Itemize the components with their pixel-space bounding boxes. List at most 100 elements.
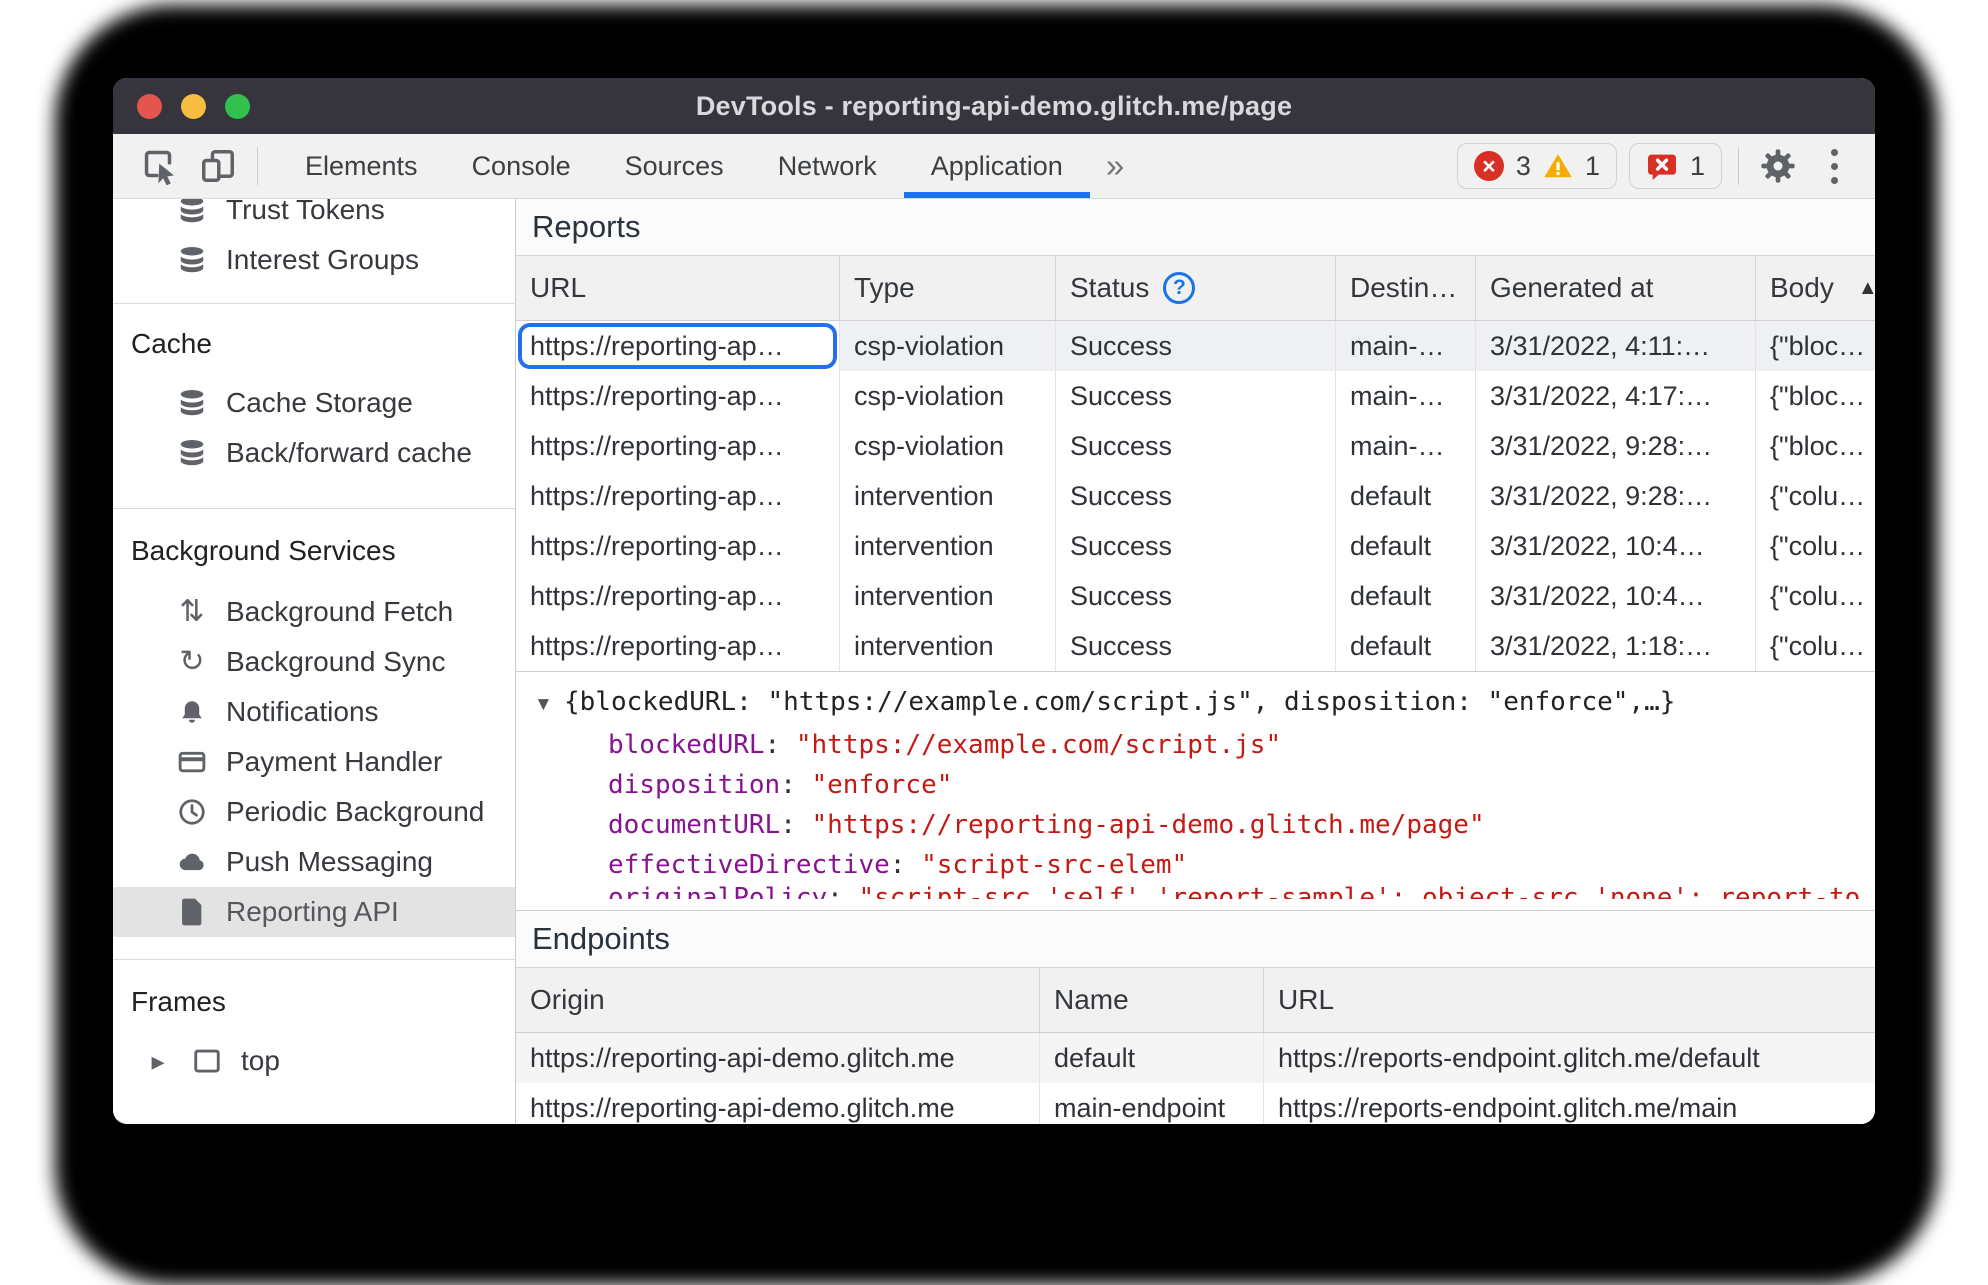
cell-origin[interactable]: https://reporting-api-demo.glitch.me bbox=[516, 1033, 1040, 1083]
column-header-url[interactable]: URL bbox=[516, 256, 840, 320]
cell-destination[interactable]: default bbox=[1336, 521, 1476, 571]
cell-status[interactable]: Success bbox=[1056, 471, 1336, 521]
report-row[interactable]: https://reporting-ap… intervention Succe… bbox=[516, 521, 1875, 571]
cell-destination[interactable]: main-… bbox=[1336, 421, 1476, 471]
issues-badge[interactable]: 1 bbox=[1628, 143, 1722, 189]
cell-name[interactable]: main-endpoint bbox=[1040, 1083, 1264, 1124]
cell-url[interactable]: https://reporting-ap… bbox=[516, 371, 840, 421]
status-help-icon[interactable]: ? bbox=[1163, 272, 1196, 304]
sidebar-item-payment-handler[interactable]: Payment Handler bbox=[113, 737, 515, 787]
cell-status[interactable]: Success bbox=[1056, 371, 1336, 421]
cell-url[interactable]: https://reports-endpoint.glitch.me/main bbox=[1264, 1083, 1875, 1124]
sidebar-item-periodic-background-sync[interactable]: Periodic Background bbox=[113, 787, 515, 837]
cell-destination[interactable]: main-… bbox=[1336, 321, 1476, 371]
cell-body[interactable]: {"colu… bbox=[1756, 571, 1875, 621]
sidebar-item-interest-groups[interactable]: Interest Groups bbox=[113, 235, 515, 285]
report-row[interactable]: https://reporting-ap… csp-violation Succ… bbox=[516, 371, 1875, 421]
cell-generated-at[interactable]: 3/31/2022, 9:28:… bbox=[1476, 421, 1756, 471]
cell-body[interactable]: {"colu… bbox=[1756, 621, 1875, 671]
tab-network[interactable]: Network bbox=[751, 134, 904, 198]
sidebar-item-trust-tokens[interactable]: Trust Tokens bbox=[113, 199, 515, 235]
cell-url[interactable]: https://reporting-ap… bbox=[516, 471, 840, 521]
endpoint-row[interactable]: https://reporting-api-demo.glitch.me def… bbox=[516, 1033, 1875, 1083]
sidebar-item-background-sync[interactable]: ↻ Background Sync bbox=[113, 637, 515, 687]
cell-body[interactable]: {"colu… bbox=[1756, 521, 1875, 571]
sidebar-item-notifications[interactable]: Notifications bbox=[113, 687, 515, 737]
cell-status[interactable]: Success bbox=[1056, 421, 1336, 471]
cell-status[interactable]: Success bbox=[1056, 571, 1336, 621]
console-summary-badge[interactable]: × 3 1 bbox=[1456, 143, 1617, 189]
cell-type[interactable]: csp-violation bbox=[840, 321, 1056, 371]
cell-type[interactable]: intervention bbox=[840, 471, 1056, 521]
report-row[interactable]: https://reporting-ap… intervention Succe… bbox=[516, 471, 1875, 521]
titlebar[interactable]: DevTools - reporting-api-demo.glitch.me/… bbox=[113, 78, 1875, 134]
tab-elements[interactable]: Elements bbox=[278, 134, 445, 198]
cell-type[interactable]: csp-violation bbox=[840, 371, 1056, 421]
cell-generated-at[interactable]: 3/31/2022, 10:4… bbox=[1476, 521, 1756, 571]
cell-generated-at[interactable]: 3/31/2022, 9:28:… bbox=[1476, 471, 1756, 521]
report-row[interactable]: https://reporting-ap… intervention Succe… bbox=[516, 621, 1875, 671]
cell-generated-at[interactable]: 3/31/2022, 10:4… bbox=[1476, 571, 1756, 621]
cell-status[interactable]: Success bbox=[1056, 321, 1336, 371]
sidebar-item-reporting-api[interactable]: Reporting API bbox=[113, 887, 515, 937]
report-row[interactable]: https://reporting-ap… csp-violation Succ… bbox=[516, 321, 1875, 371]
cell-type[interactable]: csp-violation bbox=[840, 421, 1056, 471]
column-header-origin[interactable]: Origin bbox=[516, 968, 1040, 1032]
cell-destination[interactable]: default bbox=[1336, 571, 1476, 621]
report-row[interactable]: https://reporting-ap… intervention Succe… bbox=[516, 571, 1875, 621]
cell-url[interactable]: https://reporting-ap… bbox=[516, 321, 840, 371]
column-header-status[interactable]: Status ? bbox=[1056, 256, 1336, 320]
cell-status[interactable]: Success bbox=[1056, 621, 1336, 671]
endpoint-row[interactable]: https://reporting-api-demo.glitch.me mai… bbox=[516, 1083, 1875, 1124]
cell-generated-at[interactable]: 3/31/2022, 1:18:… bbox=[1476, 621, 1756, 671]
cell-destination[interactable]: main-… bbox=[1336, 371, 1476, 421]
tab-sources[interactable]: Sources bbox=[598, 134, 751, 198]
cell-url[interactable]: https://reporting-ap… bbox=[516, 621, 840, 671]
cell-name[interactable]: default bbox=[1040, 1033, 1264, 1083]
column-header-generated-at[interactable]: Generated at bbox=[1476, 256, 1756, 320]
database-icon bbox=[175, 388, 209, 418]
column-header-destination[interactable]: Destin… bbox=[1336, 256, 1476, 320]
toggle-device-toolbar-icon[interactable] bbox=[189, 134, 247, 198]
cell-destination[interactable]: default bbox=[1336, 471, 1476, 521]
close-window-button[interactable] bbox=[137, 93, 162, 119]
cell-type[interactable]: intervention bbox=[840, 521, 1056, 571]
cell-body[interactable]: {"bloc… bbox=[1756, 371, 1875, 421]
sidebar-item-cache-storage[interactable]: Cache Storage bbox=[113, 378, 515, 428]
inspect-element-icon[interactable] bbox=[131, 134, 189, 198]
json-preview-line[interactable]: ▼ {blockedURL: "https://example.com/scrip… bbox=[534, 682, 1875, 725]
cell-status[interactable]: Success bbox=[1056, 521, 1336, 571]
expand-caret-icon[interactable]: ▸ bbox=[143, 1046, 173, 1077]
cell-body[interactable]: {"colu… bbox=[1756, 471, 1875, 521]
cell-generated-at[interactable]: 3/31/2022, 4:11:… bbox=[1476, 321, 1756, 371]
more-tabs-icon[interactable]: » bbox=[1090, 134, 1140, 198]
cell-url[interactable]: https://reports-endpoint.glitch.me/defau… bbox=[1264, 1033, 1875, 1083]
tab-console[interactable]: Console bbox=[445, 134, 598, 198]
clock-icon bbox=[175, 797, 209, 827]
settings-gear-icon[interactable] bbox=[1749, 134, 1807, 198]
sidebar-item-back-forward-cache[interactable]: Back/forward cache bbox=[113, 428, 515, 478]
minimize-window-button[interactable] bbox=[181, 93, 206, 119]
column-header-body[interactable]: Body ▲ bbox=[1756, 256, 1875, 320]
customize-menu-icon[interactable] bbox=[1807, 134, 1861, 198]
collapse-triangle-icon[interactable]: ▼ bbox=[534, 685, 564, 725]
cell-url[interactable]: https://reporting-ap… bbox=[516, 521, 840, 571]
cell-origin[interactable]: https://reporting-api-demo.glitch.me bbox=[516, 1083, 1040, 1124]
tab-application[interactable]: Application bbox=[903, 134, 1090, 198]
column-header-type[interactable]: Type bbox=[840, 256, 1056, 320]
column-header-url[interactable]: URL bbox=[1264, 968, 1875, 1032]
zoom-window-button[interactable] bbox=[225, 93, 250, 119]
cell-generated-at[interactable]: 3/31/2022, 4:17:… bbox=[1476, 371, 1756, 421]
cell-type[interactable]: intervention bbox=[840, 571, 1056, 621]
sidebar-item-top-frame[interactable]: ▸ top bbox=[113, 1036, 515, 1086]
column-header-name[interactable]: Name bbox=[1040, 968, 1264, 1032]
cell-body[interactable]: {"bloc… bbox=[1756, 321, 1875, 371]
report-row[interactable]: https://reporting-ap… csp-violation Succ… bbox=[516, 421, 1875, 471]
cell-url[interactable]: https://reporting-ap… bbox=[516, 571, 840, 621]
cell-body[interactable]: {"bloc… bbox=[1756, 421, 1875, 471]
sidebar-item-background-fetch[interactable]: ⇅ Background Fetch bbox=[113, 587, 515, 637]
cell-destination[interactable]: default bbox=[1336, 621, 1476, 671]
cell-type[interactable]: intervention bbox=[840, 621, 1056, 671]
sidebar-item-push-messaging[interactable]: Push Messaging bbox=[113, 837, 515, 887]
cell-url[interactable]: https://reporting-ap… bbox=[516, 421, 840, 471]
